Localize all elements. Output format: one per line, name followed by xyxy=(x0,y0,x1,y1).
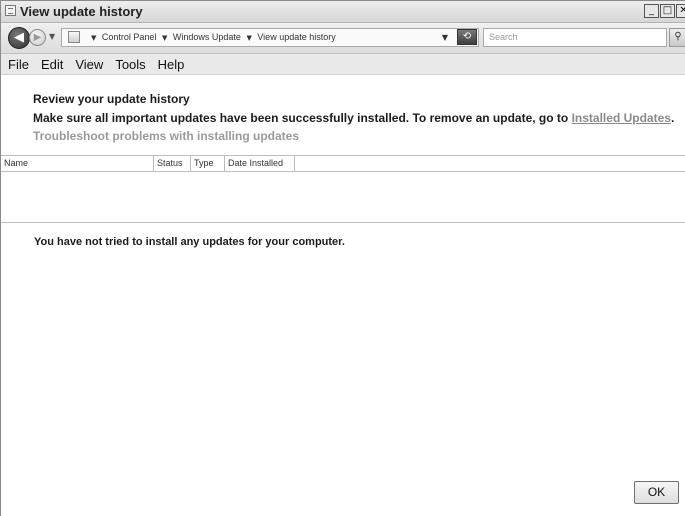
menu-tools[interactable]: Tools xyxy=(115,57,145,72)
recent-pages-chevron-icon[interactable]: ▼ xyxy=(49,32,55,41)
list-header: Name Status Type Date Installed xyxy=(1,155,685,172)
window-controls: _ □ ✕ xyxy=(644,4,685,18)
chevron-down-icon[interactable]: ▼ xyxy=(91,34,96,42)
breadcrumb: ▼ Control Panel ▼ Windows Update ▼ View … xyxy=(88,32,336,42)
list-divider xyxy=(1,222,685,223)
ok-button[interactable]: OK xyxy=(634,481,679,504)
menu-help[interactable]: Help xyxy=(158,57,185,72)
breadcrumb-control-panel[interactable]: Control Panel xyxy=(102,32,157,42)
menu-view[interactable]: View xyxy=(75,57,103,72)
window-icon xyxy=(5,5,16,16)
chevron-down-icon[interactable]: ▼ xyxy=(162,34,167,42)
menu-edit[interactable]: Edit xyxy=(41,57,63,72)
description-text: Make sure all important updates have bee… xyxy=(33,111,572,125)
search-input[interactable]: Search xyxy=(483,28,667,47)
menu-bar: File Edit View Tools Help xyxy=(1,54,685,75)
description-end: . xyxy=(670,111,675,125)
breadcrumb-view-update-history[interactable]: View update history xyxy=(257,32,335,42)
page-description: Make sure all important updates have bee… xyxy=(33,111,674,125)
installed-updates-link[interactable]: Installed Updates xyxy=(572,111,671,125)
search-icon[interactable]: ⚲ xyxy=(669,28,685,47)
update-history-window: View update history _ □ ✕ ◀ ▶ ▼ ▼ Contro… xyxy=(0,0,685,516)
forward-arrow-icon[interactable]: ▶ xyxy=(29,29,46,46)
control-panel-icon xyxy=(68,31,80,43)
menu-file[interactable]: File xyxy=(8,57,29,72)
troubleshoot-link[interactable]: Troubleshoot problems with installing up… xyxy=(33,129,299,143)
address-dropdown-icon[interactable]: ▼ xyxy=(442,33,448,42)
column-name[interactable]: Name xyxy=(1,156,154,171)
chevron-down-icon[interactable]: ▼ xyxy=(246,34,251,42)
column-status[interactable]: Status xyxy=(154,156,191,171)
close-button[interactable]: ✕ xyxy=(676,4,685,18)
page-title: Review your update history xyxy=(33,92,190,106)
minimize-button[interactable]: _ xyxy=(644,4,659,18)
breadcrumb-windows-update[interactable]: Windows Update xyxy=(173,32,241,42)
empty-list-message: You have not tried to install any update… xyxy=(34,236,345,248)
maximize-button[interactable]: □ xyxy=(660,4,675,18)
back-arrow-icon[interactable]: ◀ xyxy=(8,27,30,49)
refresh-icon[interactable]: ⟲ xyxy=(457,29,477,45)
column-type[interactable]: Type xyxy=(191,156,225,171)
column-date-installed[interactable]: Date Installed xyxy=(225,156,295,171)
address-bar: ◀ ▶ ▼ ▼ Control Panel ▼ Windows Update ▼… xyxy=(1,23,685,54)
title-bar[interactable]: View update history _ □ ✕ xyxy=(1,1,685,23)
address-field[interactable]: ▼ Control Panel ▼ Windows Update ▼ View … xyxy=(61,28,479,47)
window-title: View update history xyxy=(20,4,143,19)
